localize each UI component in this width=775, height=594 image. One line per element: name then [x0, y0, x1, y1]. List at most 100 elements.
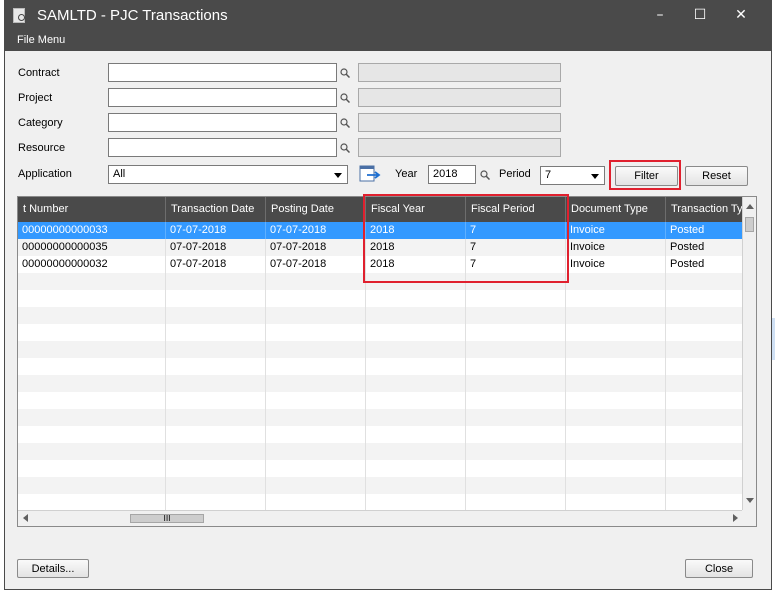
empty-table-row[interactable]	[18, 477, 743, 494]
cell-posting-date	[266, 494, 366, 511]
project-input[interactable]	[108, 88, 337, 107]
cell-fiscal-year	[366, 273, 466, 290]
details-button[interactable]: Details...	[17, 559, 89, 578]
scroll-up-icon[interactable]	[746, 204, 754, 209]
cell-posting-date: 07-07-2018	[266, 256, 366, 273]
year-input[interactable]: 2018	[428, 165, 476, 184]
close-window-button[interactable]: ✕	[726, 5, 756, 27]
cell-posting-date	[266, 273, 366, 290]
cell-document-type: Invoice	[566, 239, 666, 256]
resource-lookup-icon[interactable]	[340, 143, 350, 153]
cell-transaction-date: 07-07-2018	[166, 222, 266, 239]
cell-transaction-date: 07-07-2018	[166, 239, 266, 256]
year-lookup-icon[interactable]	[480, 170, 490, 180]
application-select[interactable]: All	[108, 165, 348, 184]
cell-document-type	[566, 341, 666, 358]
apply-arrow-icon[interactable]	[359, 164, 383, 184]
scroll-left-icon[interactable]	[23, 514, 28, 522]
cell-transaction-type	[666, 341, 743, 358]
project-lookup-icon[interactable]	[340, 93, 350, 103]
cell-transaction-date	[166, 426, 266, 443]
cell-posting-date	[266, 426, 366, 443]
reset-button[interactable]: Reset	[685, 166, 748, 186]
period-value: 7	[545, 169, 552, 181]
file-menu[interactable]: File Menu	[17, 34, 65, 46]
application-label: Application	[18, 168, 72, 180]
cell-number: 00000000000035	[18, 239, 166, 256]
cell-fiscal-period	[466, 290, 566, 307]
cell-posting-date	[266, 375, 366, 392]
cell-number	[18, 392, 166, 409]
resource-label: Resource	[18, 142, 66, 154]
resource-input[interactable]	[108, 138, 337, 157]
cell-fiscal-period	[466, 307, 566, 324]
year-label: Year	[395, 168, 418, 180]
column-header-transaction-type[interactable]: Transaction Ty	[666, 197, 743, 222]
contract-lookup-icon[interactable]	[340, 68, 350, 78]
empty-table-row[interactable]	[18, 494, 743, 511]
column-header-transaction-date[interactable]: Transaction Date	[166, 197, 266, 222]
resource-description	[358, 138, 561, 157]
minimize-button[interactable]: –	[645, 5, 675, 27]
cell-fiscal-period	[466, 409, 566, 426]
cell-transaction-type: Posted	[666, 222, 743, 239]
app-icon	[13, 8, 25, 23]
scroll-down-icon[interactable]	[746, 498, 754, 503]
empty-table-row[interactable]	[18, 426, 743, 443]
empty-table-row[interactable]	[18, 460, 743, 477]
cell-posting-date	[266, 443, 366, 460]
cell-transaction-type	[666, 460, 743, 477]
table-row[interactable]: 00000000000035 07-07-2018 07-07-2018 2018 7 I…	[18, 239, 743, 256]
empty-table-row[interactable]	[18, 341, 743, 358]
cell-transaction-type	[666, 273, 743, 290]
vertical-scroll-thumb[interactable]	[745, 217, 754, 232]
category-input[interactable]	[108, 113, 337, 132]
maximize-button[interactable]: ☐	[685, 5, 715, 27]
cell-number: 00000000000033	[18, 222, 166, 239]
cell-number	[18, 358, 166, 375]
table-row[interactable]: 00000000000033 07-07-2018 07-07-2018 2018 7 I…	[18, 222, 743, 239]
column-header-fiscal-year[interactable]: Fiscal Year	[366, 197, 466, 222]
cell-fiscal-period	[466, 358, 566, 375]
cell-posting-date: 07-07-2018	[266, 222, 366, 239]
cell-fiscal-year	[366, 290, 466, 307]
vertical-scrollbar[interactable]	[742, 197, 756, 510]
empty-table-row[interactable]	[18, 443, 743, 460]
cell-fiscal-period	[466, 443, 566, 460]
table-row[interactable]: 00000000000032 07-07-2018 07-07-2018 2018 7 I…	[18, 256, 743, 273]
cell-number	[18, 375, 166, 392]
empty-table-row[interactable]	[18, 392, 743, 409]
cell-number	[18, 409, 166, 426]
cell-fiscal-period: 7	[466, 239, 566, 256]
empty-table-row[interactable]	[18, 324, 743, 341]
filter-button[interactable]: Filter	[615, 166, 678, 186]
title-bar[interactable]: SAMLTD - PJC Transactions – ☐ ✕	[5, 1, 771, 31]
horizontal-scrollbar[interactable]: III	[18, 510, 743, 526]
cell-document-type	[566, 494, 666, 511]
empty-table-row[interactable]	[18, 290, 743, 307]
empty-table-row[interactable]	[18, 307, 743, 324]
column-header-posting-date[interactable]: Posting Date	[266, 197, 366, 222]
cell-fiscal-year	[366, 409, 466, 426]
contract-input[interactable]	[108, 63, 337, 82]
category-lookup-icon[interactable]	[340, 118, 350, 128]
empty-table-row[interactable]	[18, 409, 743, 426]
horizontal-scroll-thumb[interactable]: III	[130, 514, 204, 523]
empty-table-row[interactable]	[18, 358, 743, 375]
column-header-number[interactable]: t Number	[18, 197, 166, 222]
period-select[interactable]: 7	[540, 166, 605, 185]
application-value: All	[113, 168, 126, 180]
cell-posting-date	[266, 290, 366, 307]
column-header-document-type[interactable]: Document Type	[566, 197, 666, 222]
empty-table-row[interactable]	[18, 273, 743, 290]
pjc-transactions-window: SAMLTD - PJC Transactions – ☐ ✕ File Men…	[4, 0, 772, 590]
cell-transaction-date	[166, 443, 266, 460]
empty-table-row[interactable]	[18, 375, 743, 392]
cell-posting-date	[266, 409, 366, 426]
cell-document-type	[566, 443, 666, 460]
close-button[interactable]: Close	[685, 559, 753, 578]
scroll-right-icon[interactable]	[733, 514, 738, 522]
chevron-down-icon	[591, 174, 599, 179]
column-header-fiscal-period[interactable]: Fiscal Period	[466, 197, 566, 222]
cell-document-type: Invoice	[566, 222, 666, 239]
